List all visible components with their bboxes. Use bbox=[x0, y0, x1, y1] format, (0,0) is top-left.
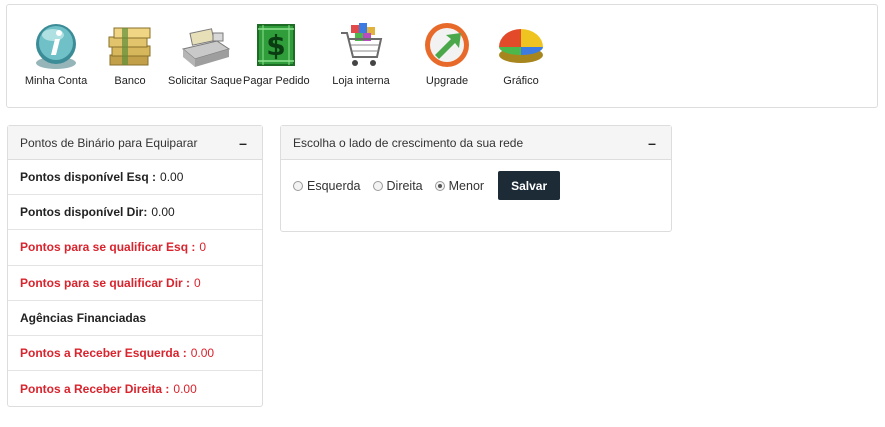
row-label: Pontos disponível Esq : bbox=[20, 170, 157, 185]
binary-points-panel: Pontos de Binário para Equiparar – Ponto… bbox=[7, 125, 263, 407]
pie-chart-icon bbox=[499, 29, 543, 63]
toolbar-item-upgrade[interactable]: Upgrade bbox=[419, 19, 475, 87]
radio-label: Esquerda bbox=[307, 178, 361, 193]
points-receive-right-row: Pontos a Receber Direita : 0.00 bbox=[8, 371, 262, 406]
row-value: 0.00 bbox=[160, 170, 184, 185]
panel-header: Pontos de Binário para Equiparar – bbox=[8, 126, 262, 160]
row-label: Pontos a Receber Esquerda : bbox=[20, 346, 187, 361]
row-label: Pontos para se qualificar Dir : bbox=[20, 275, 191, 290]
row-value: 0.00 bbox=[151, 205, 175, 220]
row-label: Pontos disponível Dir: bbox=[20, 205, 148, 220]
toolbar-item-banco[interactable]: Banco bbox=[101, 19, 159, 87]
row-value: 0.00 bbox=[173, 381, 197, 396]
shortcut-toolbar: Minha Conta Banco Solicitar Saque $ Paga… bbox=[6, 4, 878, 108]
row-label: Pontos para se qualificar Esq : bbox=[20, 240, 196, 255]
cash-register-icon bbox=[181, 28, 231, 67]
points-available-right-row: Pontos disponível Dir: 0.00 bbox=[8, 195, 262, 231]
dollar-sign-icon: $ bbox=[257, 24, 295, 66]
growth-side-options: Esquerda Direita Menor Salvar bbox=[281, 160, 671, 200]
points-available-left-row: Pontos disponível Esq : 0.00 bbox=[8, 160, 262, 196]
toolbar-item-minha-conta[interactable]: Minha Conta bbox=[23, 19, 89, 87]
toolbar-item-grafico[interactable]: Gráfico bbox=[493, 19, 549, 87]
points-qualify-right-row: Pontos para se qualificar Dir : 0 bbox=[8, 266, 262, 301]
svg-text:$: $ bbox=[266, 29, 285, 62]
collapse-button[interactable]: – bbox=[236, 135, 250, 151]
toolbar-label: Pagar Pedido bbox=[243, 75, 310, 87]
toolbar-item-solicitar-saque[interactable]: Solicitar Saque bbox=[167, 19, 243, 87]
collapse-button[interactable]: – bbox=[645, 135, 659, 151]
toolbar-label: Solicitar Saque bbox=[168, 75, 242, 87]
radio-button-icon[interactable] bbox=[434, 180, 445, 191]
toolbar-label: Upgrade bbox=[425, 75, 469, 87]
toolbar-item-pagar-pedido[interactable]: $ Pagar Pedido bbox=[243, 19, 310, 87]
row-label: Agências Financiadas bbox=[20, 310, 147, 325]
row-value: 0.00 bbox=[190, 346, 215, 361]
radio-button-icon[interactable] bbox=[372, 180, 383, 191]
points-receive-left-row: Pontos a Receber Esquerda : 0.00 bbox=[8, 336, 262, 372]
row-value: 0 bbox=[194, 275, 201, 290]
row-label: Pontos a Receber Direita : bbox=[20, 381, 170, 396]
save-button[interactable]: Salvar bbox=[498, 171, 561, 200]
points-qualify-left-row: Pontos para se qualificar Esq : 0 bbox=[8, 230, 262, 266]
panel-title: Escolha o lado de crescimento da sua red… bbox=[293, 135, 524, 150]
row-value: 0 bbox=[199, 240, 207, 255]
funded-agencies-row: Agências Financiadas bbox=[8, 301, 262, 336]
upgrade-arrow-icon bbox=[425, 23, 469, 67]
money-stack-icon bbox=[108, 27, 151, 66]
radio-direita[interactable]: Direita bbox=[372, 178, 423, 193]
radio-esquerda[interactable]: Esquerda bbox=[293, 179, 361, 193]
info-icon bbox=[36, 24, 76, 69]
toolbar-label: Banco bbox=[114, 75, 146, 87]
toolbar-item-loja-interna[interactable]: Loja interna bbox=[329, 19, 393, 87]
radio-button-icon[interactable] bbox=[293, 180, 303, 191]
panel-title: Pontos de Binário para Equiparar bbox=[20, 135, 198, 150]
radio-label: Direita bbox=[386, 178, 423, 193]
growth-side-panel: Escolha o lado de crescimento da sua red… bbox=[280, 125, 672, 232]
radio-menor[interactable]: Menor bbox=[434, 178, 485, 193]
toolbar-label: Gráfico bbox=[503, 75, 539, 87]
toolbar-label: Loja interna bbox=[332, 75, 390, 87]
panel-header: Escolha o lado de crescimento da sua red… bbox=[281, 126, 671, 160]
shopping-cart-icon bbox=[341, 23, 383, 66]
toolbar-label: Minha Conta bbox=[24, 75, 88, 87]
radio-label: Menor bbox=[448, 178, 485, 193]
